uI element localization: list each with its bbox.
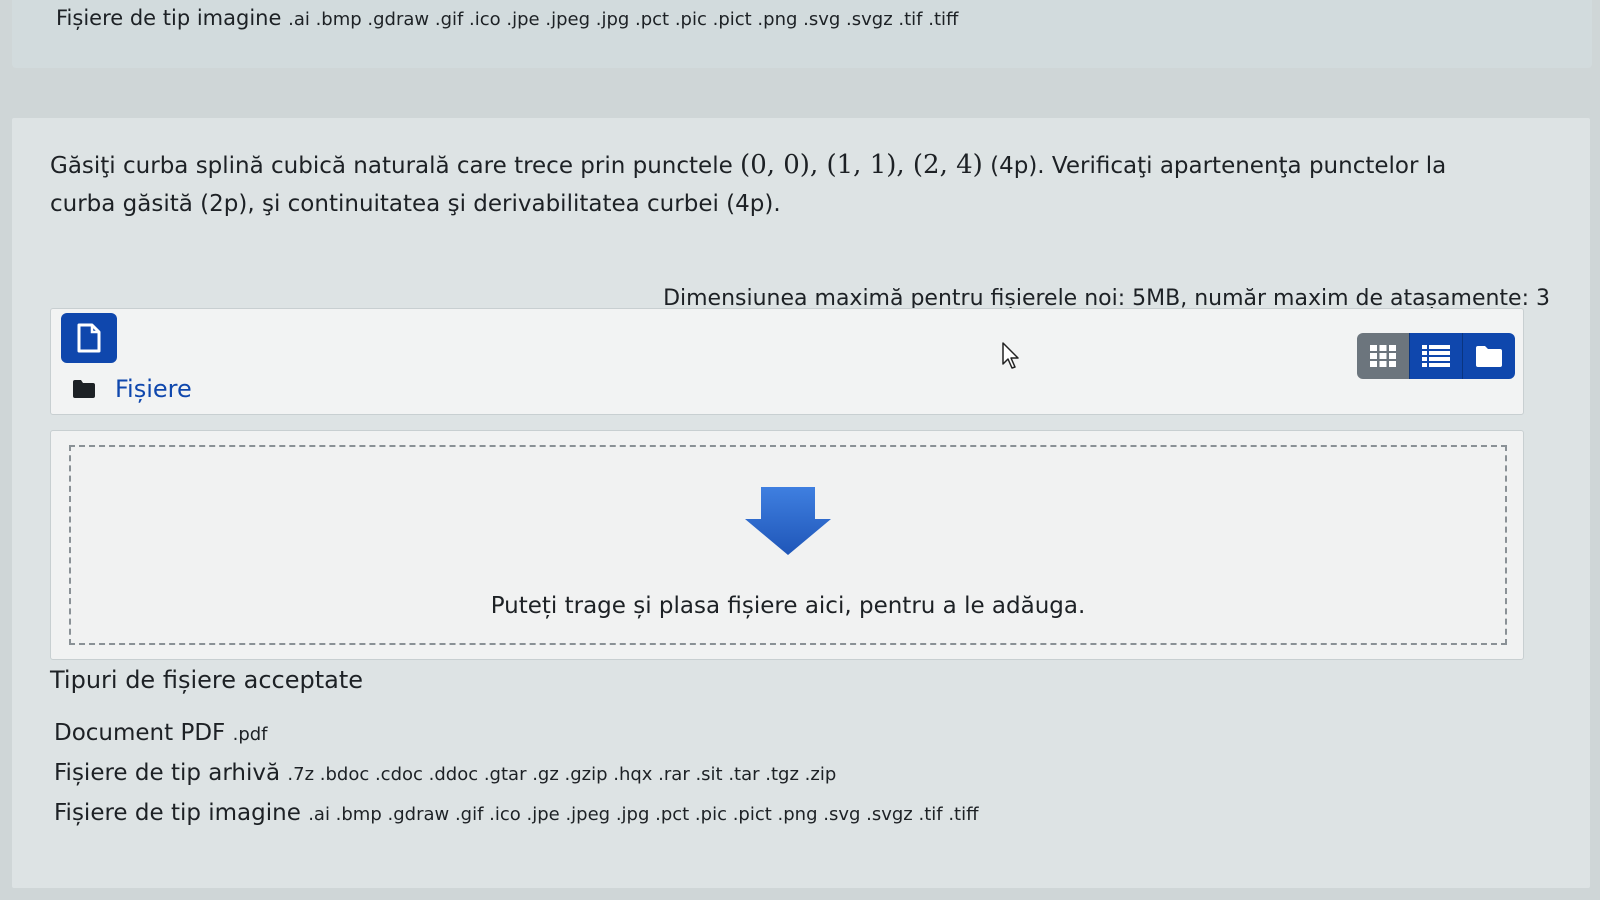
accepted-type-label: Fișiere de tip arhivă [54,760,281,786]
accepted-type-label: Document PDF [54,720,226,746]
accepted-type-item: Fișiere de tip imagine .ai .bmp .gdraw .… [54,794,979,834]
file-manager-toolbar: Fișiere [50,308,1524,415]
question-points: (0, 0), (1, 1), (2, 4) [740,150,983,180]
accepted-types-list: Document PDF .pdf Fișiere de tip arhivă … [54,714,979,834]
accepted-types-title: Tipuri de fișiere acceptate [50,666,364,694]
accepted-type-extensions: .ai .bmp .gdraw .gif .ico .jpe .jpeg .jp… [308,804,979,825]
question-text: Găsiţi curba splină cubică naturală care… [50,146,1490,223]
folder-view-icon [1476,346,1502,367]
previous-question-panel: Fișiere de tip imagine .ai .bmp .gdraw .… [12,0,1592,68]
accepted-type-item: Document PDF .pdf [54,714,979,754]
file-icon [77,323,101,353]
folder-view-button[interactable] [1462,333,1515,379]
drop-arrow-icon [745,487,831,555]
list-view-icon [1422,345,1450,367]
accepted-type-extensions: .ai .bmp .gdraw .gif .ico .jpe .jpeg .jp… [288,9,959,30]
view-switcher [1357,333,1515,379]
grid-view-button[interactable] [1357,333,1409,379]
question-text-before: Găsiţi curba splină cubică naturală care… [50,153,733,179]
dropzone[interactable]: Puteți trage și plasa fișiere aici, pent… [69,445,1507,645]
folder-breadcrumb[interactable]: Fișiere [73,375,192,403]
accepted-type-extensions: .7z .bdoc .cdoc .ddoc .gtar .gz .gzip .h… [287,764,837,785]
drop-instructions: Puteți trage și plasa fișiere aici, pent… [490,593,1086,619]
mouse-cursor-icon [1002,342,1019,369]
accepted-type-label: Fișiere de tip imagine [54,800,301,826]
accepted-type-item: Fișiere de tip arhivă .7z .bdoc .cdoc .d… [54,754,979,794]
accepted-type-extensions: .pdf [232,724,268,745]
grid-view-icon [1370,345,1396,367]
accepted-type-image-row: Fișiere de tip imagine .ai .bmp .gdraw .… [56,6,958,30]
accepted-type-label: Fișiere de tip imagine [56,6,282,30]
folder-icon [73,380,95,398]
folder-label[interactable]: Fișiere [115,375,192,403]
question-card: Găsiţi curba splină cubică naturală care… [12,118,1590,888]
file-drop-area[interactable]: Puteți trage și plasa fișiere aici, pent… [50,430,1524,660]
add-file-button[interactable] [61,313,117,363]
list-view-button[interactable] [1409,333,1462,379]
